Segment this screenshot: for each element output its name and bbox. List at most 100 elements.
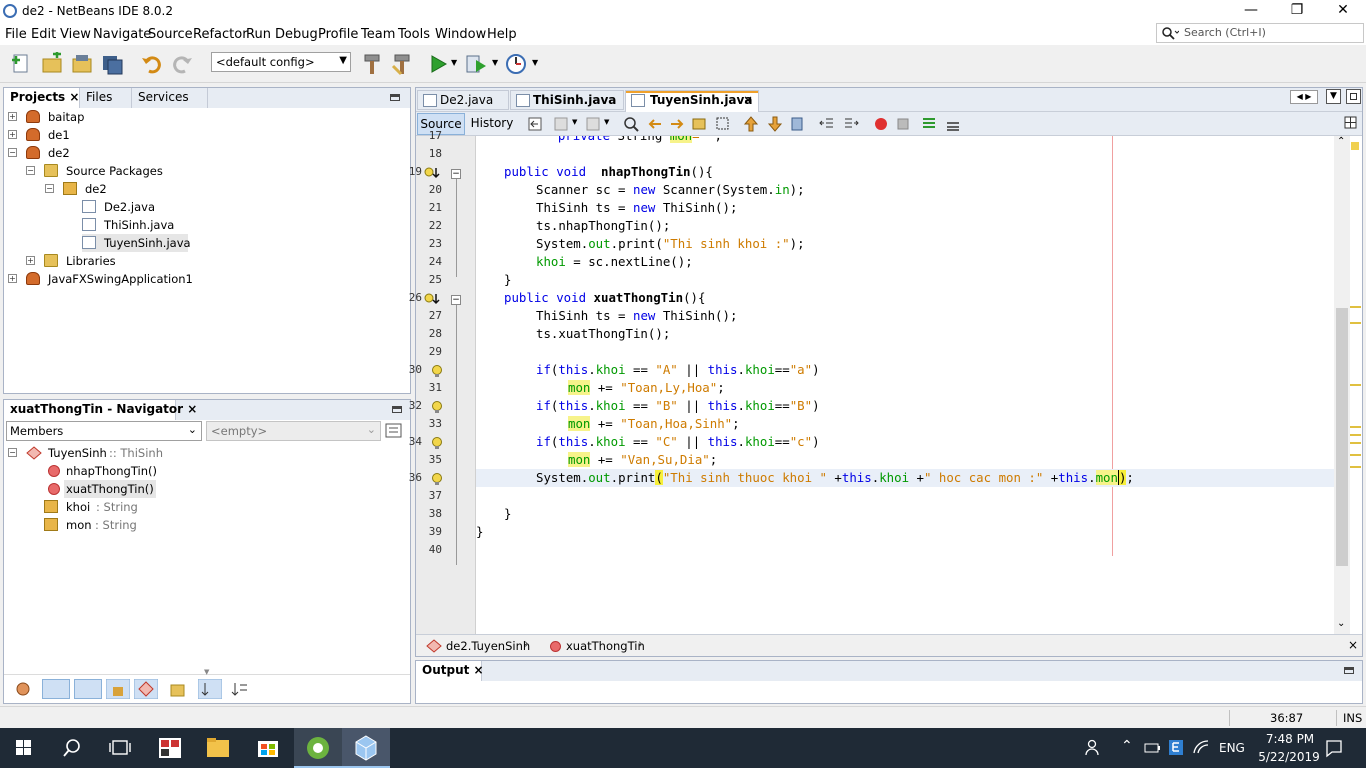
toggle-highlight-icon[interactable]	[690, 115, 708, 133]
stop-macro-icon[interactable]	[894, 115, 912, 133]
wifi-icon[interactable]	[1192, 739, 1212, 757]
minimize-button[interactable]: —	[1228, 0, 1274, 23]
collapse-icon[interactable]: −	[8, 448, 17, 457]
expand-icon[interactable]: +	[26, 256, 35, 265]
menu-edit[interactable]: Edit	[31, 27, 56, 42]
hint-bulb-icon[interactable]	[431, 436, 443, 450]
undo-icon[interactable]	[140, 52, 164, 76]
menu-file[interactable]: File	[5, 27, 27, 42]
new-project-icon[interactable]	[40, 52, 64, 76]
menu-tools[interactable]: Tools	[398, 27, 430, 42]
sort-source-icon[interactable]	[198, 679, 222, 699]
history-tab[interactable]: History	[468, 113, 516, 135]
notifications-icon[interactable]	[1324, 738, 1344, 758]
vertical-scrollbar[interactable]: ⌃ ⌄	[1334, 136, 1350, 634]
toggle-bookmark-icon[interactable]	[788, 115, 806, 133]
run-icon[interactable]	[426, 52, 450, 76]
language-indicator[interactable]: ENG	[1219, 741, 1245, 755]
redo-icon[interactable]	[170, 52, 194, 76]
breadcrumb-class[interactable]: de2.TuyenSinh	[446, 639, 530, 653]
rect-selection-icon[interactable]	[714, 115, 732, 133]
fold-icon[interactable]: −	[451, 169, 461, 179]
scroll-thumb[interactable]	[1336, 308, 1348, 566]
store-icon[interactable]	[244, 728, 292, 768]
photos-app-icon[interactable]	[146, 728, 194, 768]
forward-icon[interactable]	[584, 115, 602, 133]
shift-left-icon[interactable]	[818, 115, 836, 133]
sort-name-icon[interactable]	[230, 680, 250, 698]
find-next-icon[interactable]	[668, 115, 686, 133]
profile-icon[interactable]	[504, 52, 528, 76]
search-box[interactable]: Search (Ctrl+I)	[1156, 23, 1364, 43]
hint-bulb-icon[interactable]	[431, 400, 443, 414]
tab-list-dropdown[interactable]: ▼	[1326, 89, 1341, 104]
maximize-editor-icon[interactable]	[1346, 89, 1361, 104]
start-macro-icon[interactable]	[872, 115, 890, 133]
fold-icon[interactable]: −	[451, 295, 461, 305]
hint-bulb-icon[interactable]	[431, 472, 443, 486]
menu-debug[interactable]: Debug	[275, 27, 318, 42]
debug-dropdown-icon[interactable]: ▼	[492, 58, 498, 67]
next-bookmark-icon[interactable]	[766, 115, 784, 133]
menu-view[interactable]: View	[60, 27, 91, 42]
comment-icon[interactable]	[920, 115, 938, 133]
close-button[interactable]: ✕	[1320, 0, 1366, 23]
scroll-down-icon[interactable]: ⌄	[1337, 618, 1345, 629]
collapse-icon[interactable]: −	[8, 148, 17, 157]
close-icon[interactable]: ×	[1348, 638, 1358, 652]
search-icon[interactable]	[48, 728, 96, 768]
tab-tuyensinh-java[interactable]: TuyenSinh.java ×	[625, 90, 759, 112]
insert-mode[interactable]: INS	[1343, 711, 1362, 725]
scroll-up-icon[interactable]: ⌃	[1337, 136, 1345, 147]
back-icon[interactable]	[552, 115, 570, 133]
tab-scroll-arrows[interactable]: ◀ ▶	[1290, 90, 1318, 104]
filter-inner-icon[interactable]	[134, 679, 158, 699]
tab-services[interactable]: Services	[132, 88, 208, 108]
breadcrumb-method[interactable]: xuatThongTin	[566, 639, 645, 653]
filter-static-toggle[interactable]	[74, 679, 102, 699]
tab-navigator[interactable]: xuatThongTin - Navigator ×	[4, 400, 197, 420]
taskbar-netbeans-active[interactable]	[342, 728, 390, 768]
tab-output[interactable]: Output ×	[416, 661, 484, 681]
tab-projects[interactable]: Projects ×	[4, 88, 80, 108]
maximize-button[interactable]: ❐	[1274, 0, 1320, 23]
menu-profile[interactable]: Profile	[318, 27, 358, 42]
filter-nonpublic-icon[interactable]	[106, 679, 130, 699]
tab-thisinh-java[interactable]: ThiSinh.java	[510, 90, 624, 110]
tab-files[interactable]: Files	[80, 88, 132, 108]
run-dropdown-icon[interactable]: ▼	[451, 58, 457, 67]
tree-item-tuyensinh-java[interactable]: TuyenSinh.java	[82, 234, 191, 252]
uncomment-icon[interactable]	[944, 115, 962, 133]
task-view-icon[interactable]	[96, 728, 144, 768]
close-icon[interactable]: ×	[743, 91, 753, 109]
profile-dropdown-icon[interactable]: ▼	[532, 58, 538, 67]
filter-inherited-icon[interactable]	[14, 680, 32, 698]
expand-icon[interactable]: +	[8, 130, 17, 139]
chevron-up-icon[interactable]: ⌃	[1121, 738, 1133, 754]
code-area[interactable]: private String mon=""; public void nhapT…	[476, 136, 1334, 634]
forward-dropdown-icon[interactable]: ▼	[604, 118, 609, 126]
collapse-icon[interactable]: −	[26, 166, 35, 175]
clock-date[interactable]: 5/22/2019	[1256, 750, 1322, 764]
override-hint-icon[interactable]	[423, 292, 441, 306]
clean-build-icon[interactable]	[390, 52, 414, 76]
hint-bulb-icon[interactable]	[431, 364, 443, 378]
members-select[interactable]: Members ⌄	[6, 421, 202, 441]
menu-source[interactable]: Source	[148, 27, 193, 42]
new-file-icon[interactable]	[10, 52, 34, 76]
config-select[interactable]: <default config> ▼	[211, 52, 351, 72]
find-previous-icon[interactable]	[646, 115, 664, 133]
build-hammer-icon[interactable]	[360, 52, 384, 76]
split-editor-icon[interactable]	[1344, 116, 1358, 130]
close-icon[interactable]: ×	[69, 90, 79, 104]
filter-select[interactable]: <empty> ⌄	[206, 421, 381, 441]
expand-icon[interactable]: +	[8, 112, 17, 121]
clock-time[interactable]: 7:48 PM	[1262, 732, 1318, 746]
back-dropdown-icon[interactable]: ▼	[572, 118, 577, 126]
menu-window[interactable]: Window	[435, 27, 486, 42]
open-project-icon[interactable]	[70, 52, 94, 76]
menu-help[interactable]: Help	[487, 27, 517, 42]
menu-run[interactable]: Run	[246, 27, 271, 42]
find-icon[interactable]	[622, 115, 640, 133]
people-icon[interactable]	[1084, 738, 1104, 758]
